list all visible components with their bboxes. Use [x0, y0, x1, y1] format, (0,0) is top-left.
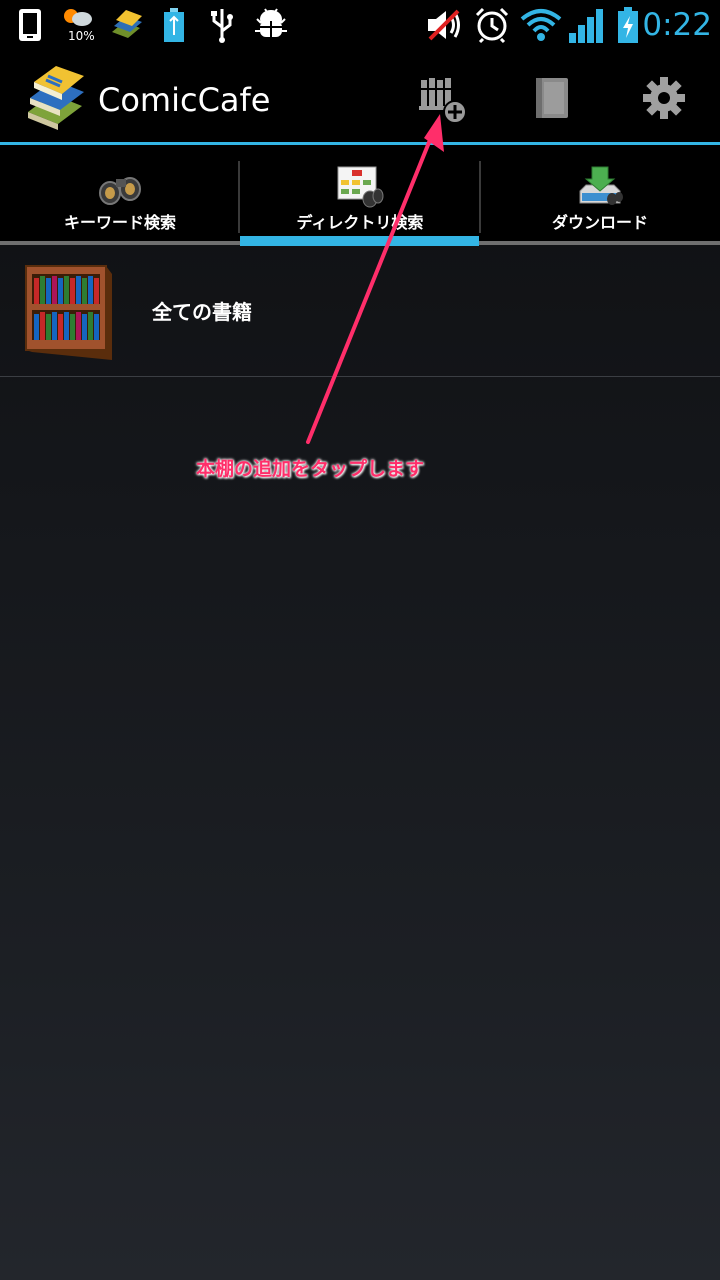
- book-icon: [536, 78, 568, 118]
- usb-icon: [206, 6, 238, 44]
- mute-icon: [424, 6, 464, 44]
- comiccafe-notification-icon: [108, 6, 144, 44]
- battery-charging-icon: [614, 6, 642, 44]
- bookshelf-icon: [24, 262, 114, 362]
- tab-download[interactable]: ダウンロード: [480, 145, 720, 245]
- tab-selected-indicator: [240, 236, 479, 246]
- alarm-icon: [472, 6, 512, 44]
- annotation-text: 本棚の追加をタップします: [196, 458, 425, 480]
- tab-label: ディレクトリ検索: [296, 213, 424, 232]
- status-time: 0:22: [642, 7, 712, 43]
- phone-icon: [14, 6, 46, 44]
- list-divider: [0, 376, 720, 377]
- list-item-label: 全ての書籍: [152, 300, 252, 324]
- wifi-icon: [520, 6, 562, 44]
- signal-icon: [566, 6, 608, 44]
- gear-icon: [643, 77, 685, 119]
- binoculars-icon: [96, 165, 144, 209]
- tab-label: ダウンロード: [551, 213, 648, 232]
- tab-keyword-search[interactable]: キーワード検索: [0, 145, 240, 245]
- settings-button[interactable]: [634, 66, 694, 130]
- weather-percent: 10%: [68, 29, 95, 43]
- android-debug-icon: [252, 6, 290, 44]
- tab-bar: キーワード検索 ディレクトリ検索 ダウンロード: [0, 145, 720, 245]
- add-bookshelf-icon: [419, 78, 467, 124]
- weather-icon: 10%: [60, 6, 96, 44]
- download-icon: [576, 165, 624, 209]
- app-title: ComicCafe: [98, 81, 271, 119]
- directory-search-icon: [336, 165, 384, 209]
- list-item-all-books[interactable]: 全ての書籍: [0, 246, 720, 377]
- book-button[interactable]: [522, 66, 582, 130]
- comiccafe-logo-icon[interactable]: [22, 64, 88, 130]
- tab-label: キーワード検索: [63, 213, 176, 232]
- add-bookshelf-button[interactable]: [412, 66, 472, 130]
- battery-notification-icon: [160, 6, 188, 44]
- tab-directory-search[interactable]: ディレクトリ検索: [240, 145, 480, 245]
